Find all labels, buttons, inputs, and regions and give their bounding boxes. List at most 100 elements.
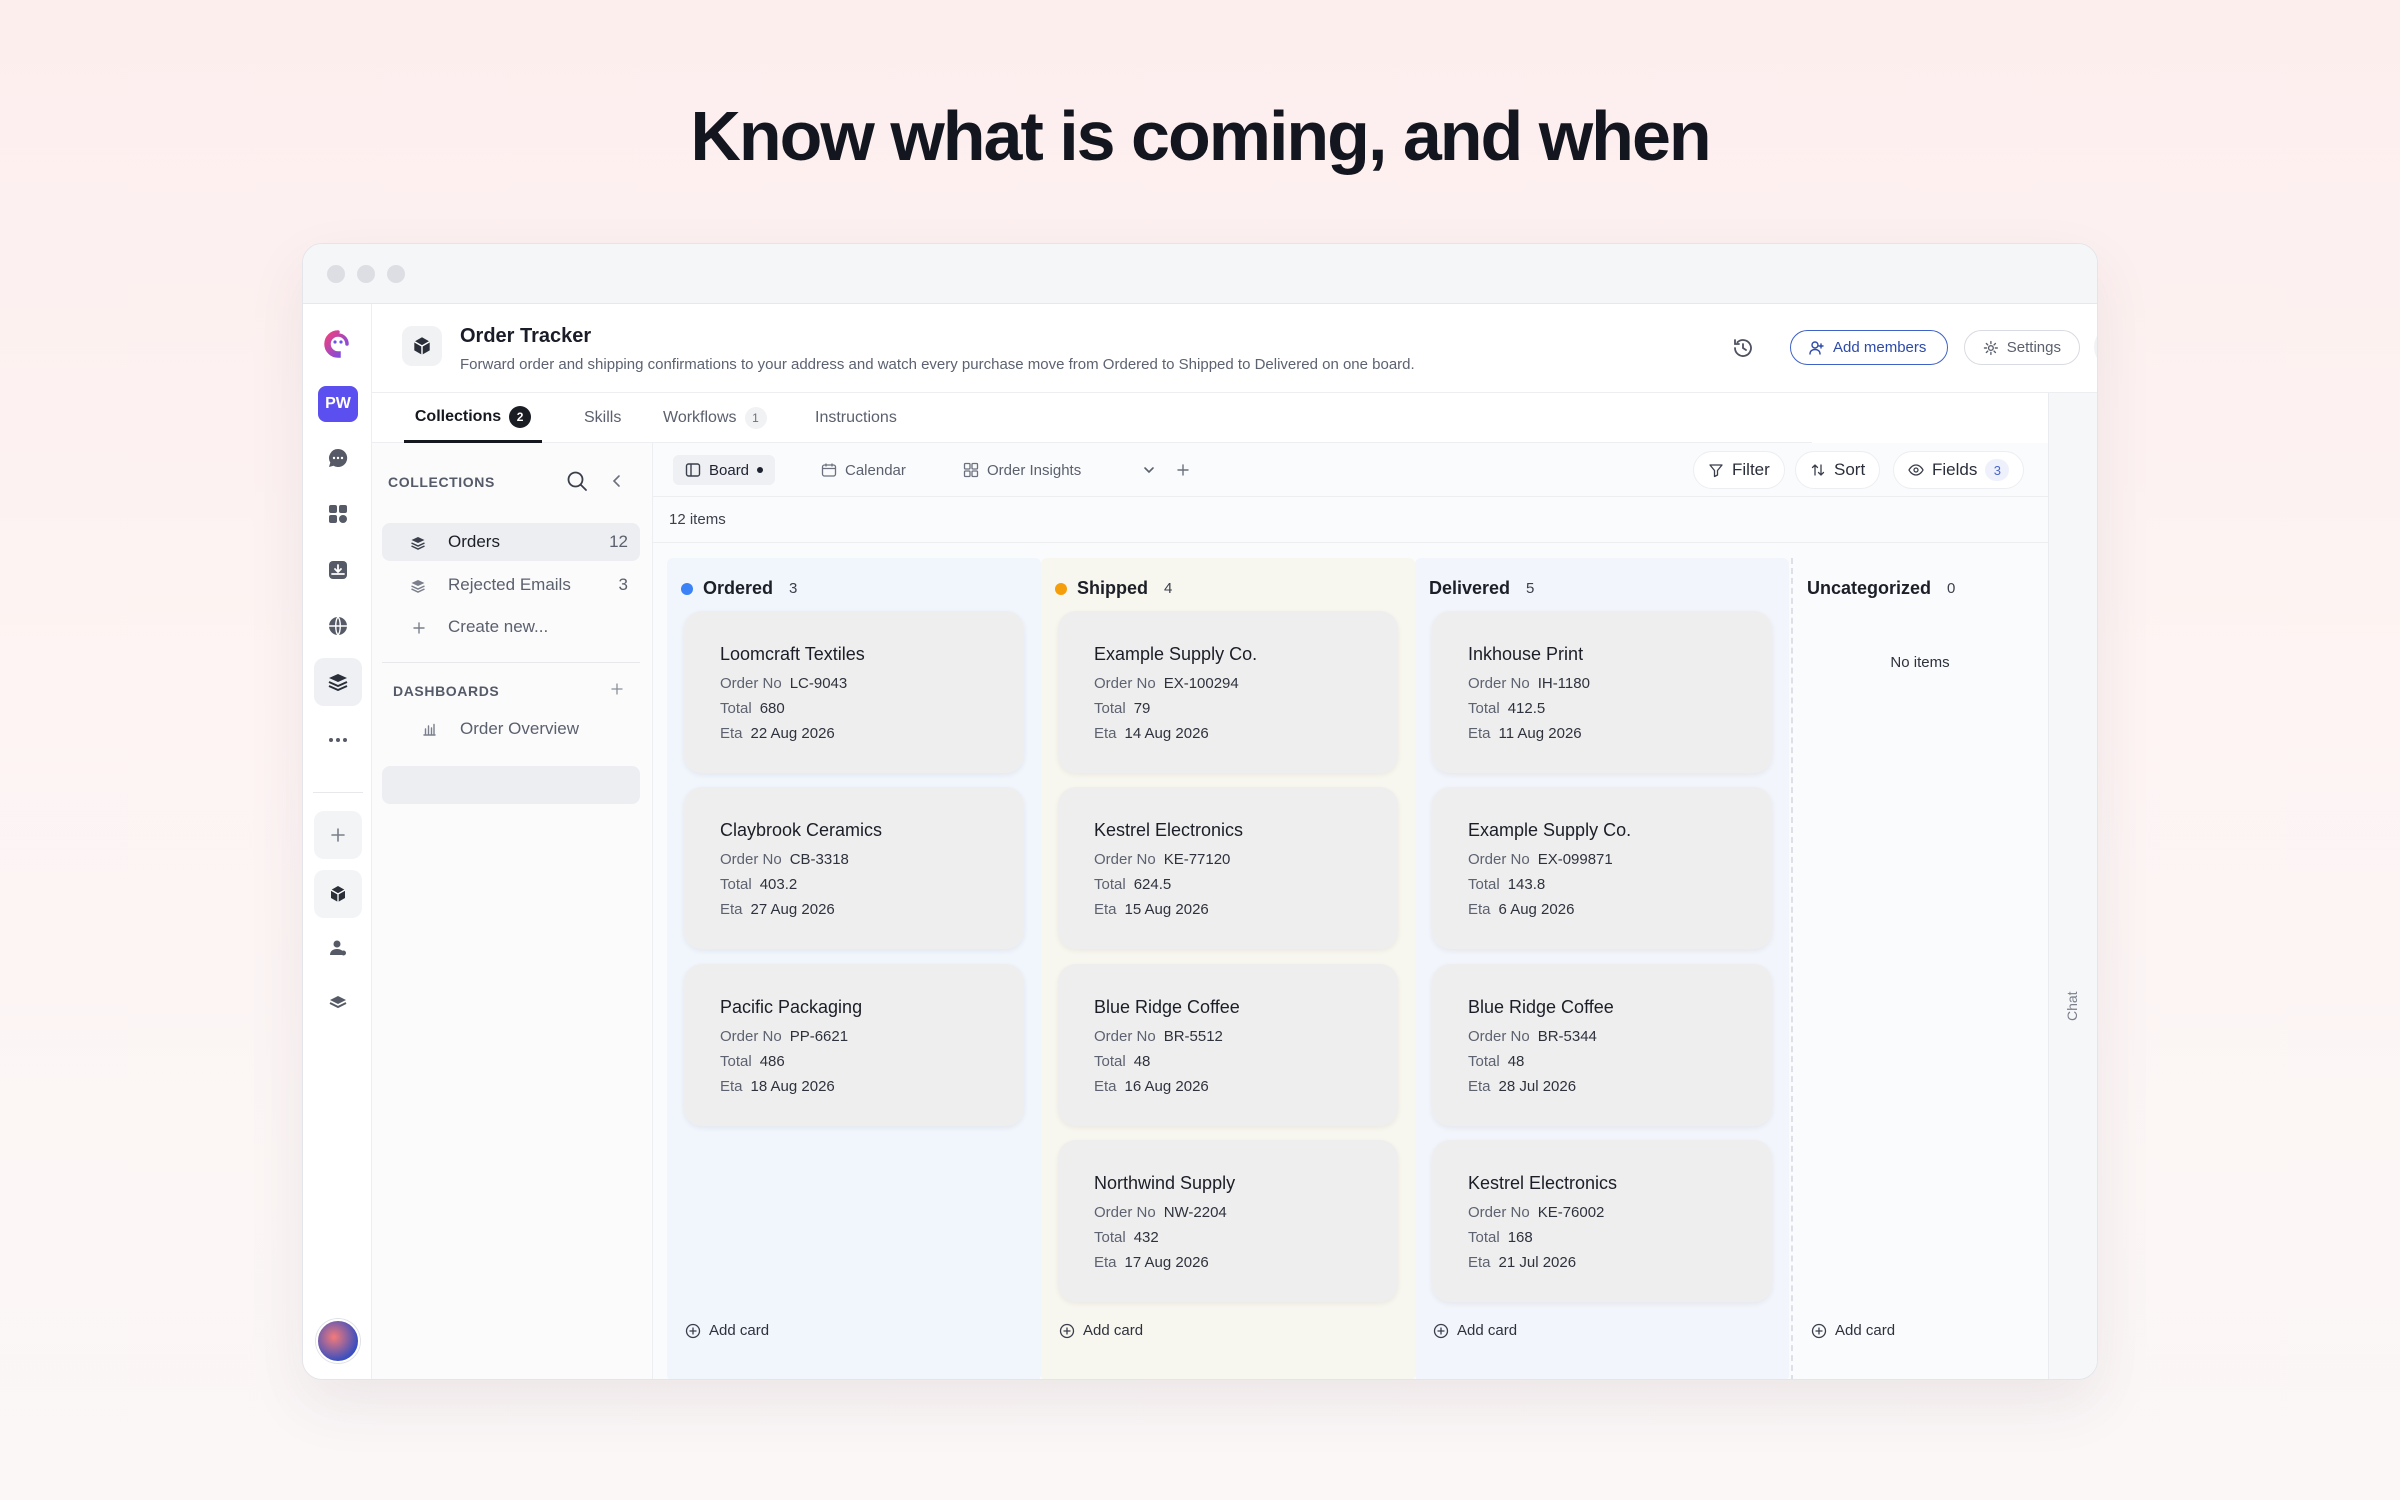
layers-icon[interactable]	[314, 979, 362, 1027]
views-dropdown-chevron-icon[interactable]	[1141, 462, 1157, 483]
window-maximize-dot[interactable]	[387, 265, 405, 283]
notifications-button[interactable]: 3	[2094, 325, 2097, 369]
column-uncategorized: Uncategorized 0 No items Add card	[1791, 558, 2047, 1379]
history-clock-icon[interactable]	[1731, 336, 1755, 360]
collection-item-orders[interactable]: Orders 12	[382, 523, 640, 561]
more-dots-icon[interactable]	[314, 716, 362, 764]
card-title: Northwind Supply	[1094, 1173, 1236, 1193]
order-card[interactable]: Claybrook Ceramics Order No CB-3318 Total…	[684, 787, 1024, 949]
collection-label: Orders	[448, 532, 500, 551]
order-card[interactable]: Example Supply Co. Order No EX-099871 Tot…	[1432, 787, 1772, 949]
card-total: Total 680	[720, 700, 785, 717]
order-card[interactable]: Blue Ridge Coffee Order No BR-5512 Total 4…	[1058, 964, 1398, 1126]
collection-item-orders[interactable]	[382, 766, 640, 804]
globe-icon[interactable]	[314, 602, 362, 650]
column-title: Delivered	[1429, 578, 1511, 598]
card-eta: Eta 28 Jul 2026	[1468, 1078, 1577, 1095]
tab-collections[interactable]: Collections 2	[404, 393, 542, 443]
items-divider	[653, 542, 2048, 543]
plus-circle-icon	[1433, 1323, 1449, 1338]
window-close-dot[interactable]	[327, 265, 345, 283]
column-ordered: Ordered 3 Loomcraft Textiles Order No LC-…	[667, 558, 1041, 1379]
left-rail: PW	[303, 304, 372, 1379]
order-card[interactable]: Inkhouse Print Order No IH-1180 Total 412.…	[1432, 611, 1772, 773]
create-new-collection-button[interactable]: Create new...	[382, 608, 640, 646]
view-tab-label: Order Insights	[987, 461, 1082, 479]
dashboard-item-order-overview[interactable]: Order Overview	[382, 710, 640, 748]
view-tab-order-insights[interactable]: Order Insights	[951, 455, 1093, 485]
user-avatar[interactable]	[316, 1319, 360, 1363]
collection-item-rejected-emails[interactable]: Rejected Emails 3	[382, 566, 640, 604]
search-icon[interactable]	[566, 470, 590, 494]
person-agent-icon[interactable]	[314, 924, 362, 972]
board-view-icon	[685, 463, 701, 477]
add-card-button[interactable]: Add card	[1059, 1322, 1143, 1339]
order-card[interactable]: Example Supply Co. Order No EX-100294 Tot…	[1058, 611, 1398, 773]
card-eta: Eta 16 Aug 2026	[1094, 1078, 1209, 1095]
view-tab-label: Calendar	[845, 461, 906, 479]
plus-circle-icon	[685, 1323, 701, 1338]
add-card-button[interactable]: Add card	[685, 1322, 769, 1339]
chat-side-panel-toggle[interactable]: Chat	[2048, 393, 2097, 1379]
add-card-button[interactable]: Add card	[1811, 1322, 1895, 1339]
add-members-button[interactable]: Add members	[1790, 330, 1948, 365]
order-card[interactable]: Blue Ridge Coffee Order No BR-5344 Total 4…	[1432, 964, 1772, 1126]
add-app-plus-icon[interactable]	[314, 811, 362, 859]
card-eta: Eta 27 Aug 2026	[720, 901, 835, 918]
column-shipped: Shipped 4 Example Supply Co. Order No EX-…	[1041, 558, 1415, 1379]
column-count: 3	[789, 580, 798, 597]
settings-button[interactable]: Settings	[1964, 330, 2080, 365]
grid-apps-icon[interactable]	[314, 490, 362, 538]
create-new-label: Create new...	[448, 617, 549, 636]
tab-workflows[interactable]: Workflows 1	[663, 393, 767, 443]
card-order-no: Order No KE-77120	[1094, 851, 1231, 868]
add-dashboard-plus-icon[interactable]	[610, 682, 624, 701]
add-card-label: Add card	[1083, 1322, 1144, 1339]
fields-button[interactable]: Fields 3	[1893, 451, 2025, 489]
column-header: Delivered 5	[1429, 578, 1534, 599]
status-dot	[1055, 582, 1067, 595]
add-view-plus-icon[interactable]	[1175, 462, 1191, 483]
app-logo-icon[interactable]	[314, 320, 362, 368]
collections-stack-icon[interactable]	[314, 658, 362, 706]
calendar-icon	[821, 463, 837, 477]
plus-circle-icon	[1059, 1323, 1075, 1338]
filter-button[interactable]: Filter	[1693, 451, 1785, 489]
sort-button[interactable]: Sort	[1795, 451, 1881, 489]
card-title: Pacific Packaging	[720, 997, 863, 1017]
panel-divider	[382, 662, 640, 663]
workspace-switcher[interactable]: PW	[314, 380, 362, 428]
view-tab-calendar[interactable]: Calendar	[809, 455, 918, 485]
sort-arrows-icon	[1811, 464, 1825, 476]
order-card[interactable]: Northwind Supply Order No NW-2204 Total 43…	[1058, 1140, 1398, 1302]
tab-instructions[interactable]: Instructions	[815, 393, 897, 443]
view-tab-board[interactable]: Board	[673, 455, 776, 485]
page-headline: Know what is coming, and when	[690, 97, 1711, 175]
card-order-no: Order No BR-5344	[1468, 1028, 1597, 1045]
column-title: Uncategorized	[1807, 578, 1932, 598]
order-card[interactable]: Kestrel Electronics Order No KE-77120 Tot…	[1058, 787, 1398, 949]
collapse-panel-chevron-icon[interactable]	[608, 472, 628, 492]
dashboards-heading: DASHBOARDS	[393, 683, 500, 699]
order-card[interactable]: Kestrel Electronics Order No KE-76002 Tot…	[1432, 1140, 1772, 1302]
tab-label: Collections	[414, 407, 502, 425]
inbox-icon[interactable]	[314, 546, 362, 594]
tab-label: Workflows	[663, 409, 737, 426]
card-total: Total 48	[1468, 1053, 1525, 1070]
card-eta: Eta 22 Aug 2026	[720, 725, 835, 742]
card-order-no: Order No NW-2204	[1094, 1204, 1227, 1221]
column-count: 0	[1947, 580, 1956, 597]
add-card-button[interactable]: Add card	[1433, 1322, 1517, 1339]
app-description: Forward order and shipping confirmations…	[460, 356, 1415, 373]
dashboard-grid-icon	[963, 462, 979, 478]
order-card[interactable]: Pacific Packaging Order No PP-6621 Total 4…	[684, 964, 1024, 1126]
chat-bubble-icon[interactable]	[314, 434, 362, 482]
filter-label: Filter	[1732, 460, 1770, 479]
order-card[interactable]: Loomcraft Textiles Order No LC-9043 Total…	[684, 611, 1024, 773]
card-title: Blue Ridge Coffee	[1468, 997, 1614, 1017]
window-minimize-dot[interactable]	[357, 265, 375, 283]
tab-skills[interactable]: Skills	[584, 393, 621, 443]
order-tracker-box-icon[interactable]	[314, 870, 362, 918]
workspace-badge: PW	[318, 386, 358, 422]
stack-icon	[410, 535, 426, 556]
